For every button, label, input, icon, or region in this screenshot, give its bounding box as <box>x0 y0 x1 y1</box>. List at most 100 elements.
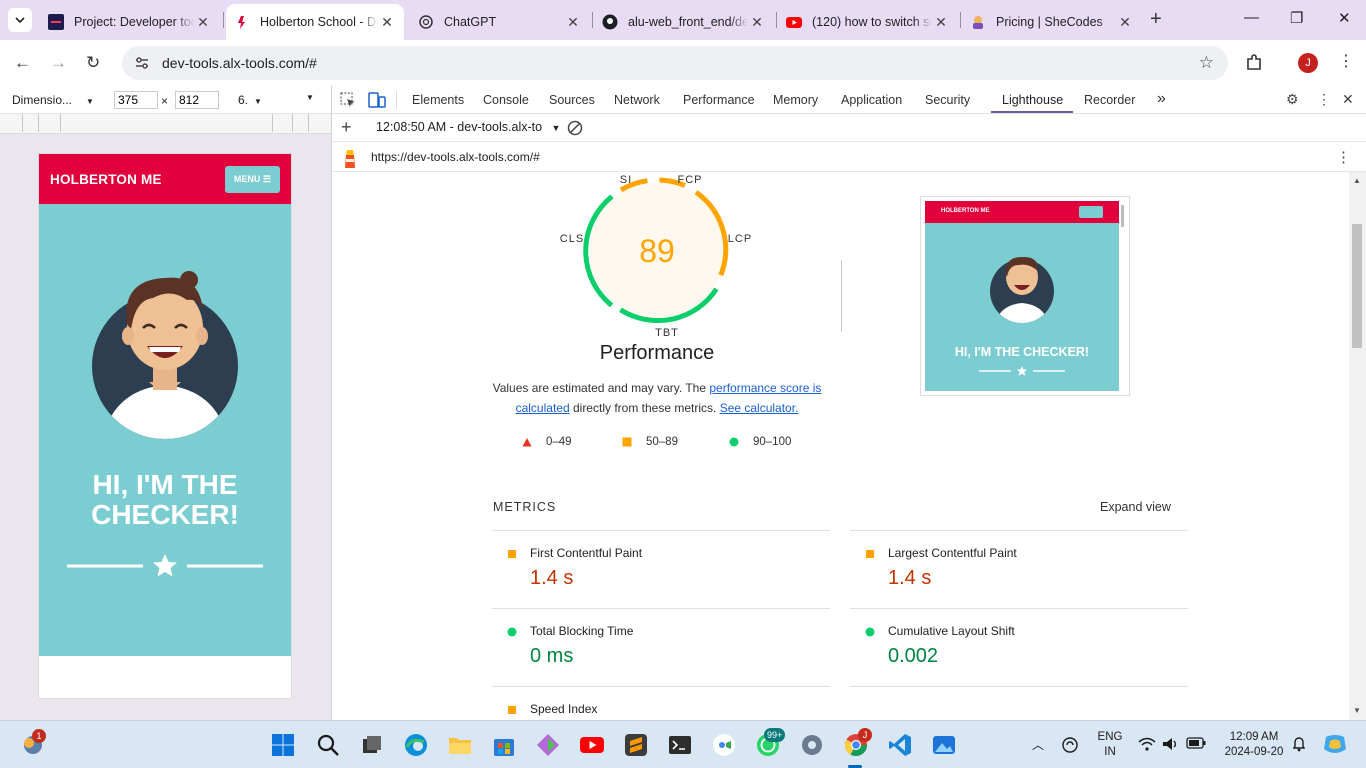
tab-title: Pricing | SheCodes <box>996 15 1103 29</box>
onedrive-sync-icon[interactable] <box>1062 737 1080 753</box>
dimension-separator: × <box>161 94 169 108</box>
devtools-tab-network[interactable]: Network <box>614 93 660 107</box>
copilot-icon[interactable] <box>1322 733 1348 757</box>
browser-tab-chatgpt[interactable]: ChatGPT ✕ <box>410 4 590 40</box>
page-menu-button[interactable]: MENU ☰ <box>224 165 280 193</box>
tab-search-button[interactable] <box>8 8 32 32</box>
screenshot-menu-button <box>1079 206 1103 218</box>
extensions-puzzle-icon[interactable] <box>1244 53 1264 73</box>
profile-avatar[interactable]: J <box>1298 53 1318 73</box>
windows-start-icon[interactable] <box>271 733 295 757</box>
bookmark-star-icon[interactable]: ☆ <box>1199 53 1214 73</box>
terminal-icon[interactable] <box>668 733 692 757</box>
site-settings-icon[interactable] <box>134 56 150 70</box>
close-window-icon[interactable]: ✕ <box>1338 9 1351 27</box>
close-tab-icon[interactable]: ✕ <box>748 14 766 31</box>
notification-bell-icon[interactable] <box>1292 736 1306 752</box>
screenshot-logo: HOLBERTON ME <box>941 208 990 214</box>
devtools-tab-security[interactable]: Security <box>925 93 970 107</box>
browser-menu-icon[interactable]: ⋮ <box>1338 51 1354 71</box>
file-explorer-icon[interactable] <box>448 733 472 757</box>
sourcetree-app-icon[interactable] <box>536 733 560 757</box>
scroll-down-arrow-icon[interactable]: ▼ <box>1353 706 1361 715</box>
browser-tab-youtube[interactable]: (120) how to switch screen ✕ <box>778 4 958 40</box>
battery-icon[interactable] <box>1186 737 1206 749</box>
minimize-window-icon[interactable]: — <box>1244 9 1259 26</box>
input-language-indicator[interactable]: ENG IN <box>1094 730 1126 760</box>
sublime-text-icon[interactable] <box>624 733 648 757</box>
device-toggle-icon[interactable] <box>368 92 386 108</box>
metric-name: First Contentful Paint <box>530 546 643 560</box>
back-arrow-icon[interactable]: ← <box>14 53 31 73</box>
restore-window-icon[interactable]: ❐ <box>1290 9 1303 27</box>
vscode-icon[interactable] <box>888 733 912 757</box>
devtools-tab-memory[interactable]: Memory <box>773 93 818 107</box>
device-more-options-icon[interactable]: ▼ <box>306 93 314 102</box>
google-meet-icon[interactable] <box>712 733 736 757</box>
chevron-down-icon <box>15 17 25 24</box>
task-view-icon[interactable] <box>360 733 384 757</box>
address-bar[interactable]: dev-tools.alx-tools.com/# ☆ <box>122 46 1228 80</box>
devtools-menu-icon[interactable]: ⋮ <box>1317 91 1331 108</box>
legend-fail: 0–49 <box>522 436 572 448</box>
forward-arrow-icon[interactable]: → <box>50 53 67 73</box>
legend-pass: 90–100 <box>729 436 791 448</box>
scrollbar-thumb[interactable] <box>1352 224 1362 348</box>
devtools-tab-sources[interactable]: Sources <box>549 93 595 107</box>
devtools-tab-lighthouse[interactable]: Lighthouse <box>1002 93 1063 107</box>
expand-view-button[interactable]: Expand view <box>1100 500 1171 514</box>
devtools-tab-recorder[interactable]: Recorder <box>1084 93 1135 107</box>
zoom-select[interactable]: 6. ▼ <box>238 93 262 107</box>
tab-divider <box>223 12 224 28</box>
device-height-input[interactable] <box>175 91 219 109</box>
active-tab-indicator <box>991 111 1073 113</box>
youtube-app-icon[interactable] <box>580 733 604 757</box>
microsoft-store-icon[interactable] <box>492 733 516 757</box>
report-select[interactable]: 12:08:50 AM - dev-tools.alx-to ▼ <box>376 120 560 134</box>
legend-label: 0–49 <box>546 436 572 448</box>
page-headline: HI, I'M THE CHECKER! <box>91 469 239 530</box>
browser-tab-github[interactable]: alu-web_front_end/dev_tools ✕ <box>594 4 774 40</box>
browser-tab-shecodes[interactable]: Pricing | SheCodes ✕ <box>962 4 1142 40</box>
browser-tab-holberton[interactable]: Holberton School - Dev tools ✕ <box>226 4 404 40</box>
inspect-element-icon[interactable] <box>340 92 356 108</box>
search-icon[interactable] <box>316 733 340 757</box>
more-tabs-button[interactable]: » <box>1157 90 1166 108</box>
devtools-tab-performance[interactable]: Performance <box>683 93 755 107</box>
close-devtools-icon[interactable]: ✕ <box>1342 91 1354 108</box>
volume-icon[interactable] <box>1162 737 1180 751</box>
devtools-tab-console[interactable]: Console <box>483 93 529 107</box>
see-calculator-link[interactable]: See calculator. <box>720 401 799 415</box>
report-menu-icon[interactable]: ⋮ <box>1336 148 1351 166</box>
new-report-plus-icon[interactable]: + <box>341 117 352 138</box>
device-select-label: Dimensio... <box>12 93 73 107</box>
browser-tab-project[interactable]: Project: Developer tools ✕ <box>40 4 220 40</box>
clear-reports-icon[interactable] <box>567 120 583 136</box>
gauge-label-fcp: FCP <box>678 174 703 186</box>
device-viewport-area: HOLBERTON ME MENU ☰ HI, I'M THE CHECKER! <box>0 134 331 720</box>
photos-app-icon[interactable] <box>932 733 956 757</box>
close-tab-icon[interactable]: ✕ <box>932 14 950 31</box>
reload-icon[interactable]: ↻ <box>86 53 100 73</box>
metric-name: Total Blocking Time <box>530 624 634 638</box>
report-scrollbar[interactable]: ▲ ▼ <box>1349 172 1366 720</box>
settings-gear-icon[interactable]: ⚙ <box>1286 91 1299 108</box>
device-select[interactable]: Dimensio... ▼ <box>12 93 94 107</box>
device-width-input[interactable] <box>114 91 158 109</box>
close-tab-icon[interactable]: ✕ <box>1116 14 1134 31</box>
show-hidden-icons-chevron-icon[interactable]: ︿ <box>1032 736 1044 753</box>
clock[interactable]: 12:09 AM 2024-09-20 <box>1216 730 1292 760</box>
close-tab-icon[interactable]: ✕ <box>564 14 582 31</box>
devtools-tab-application[interactable]: Application <box>841 93 902 107</box>
settings-gear-icon[interactable] <box>800 733 824 757</box>
new-tab-button[interactable]: + <box>1150 8 1162 31</box>
devtools-tab-elements[interactable]: Elements <box>412 93 464 107</box>
edge-browser-icon[interactable] <box>404 733 428 757</box>
close-tab-icon[interactable]: ✕ <box>378 14 396 31</box>
scroll-up-arrow-icon[interactable]: ▲ <box>1353 176 1361 185</box>
close-tab-icon[interactable]: ✕ <box>194 14 212 31</box>
wifi-icon[interactable] <box>1138 737 1156 751</box>
report-url[interactable]: https://dev-tools.alx-tools.com/# <box>371 150 540 164</box>
section-divider <box>841 260 842 332</box>
metric-name: Speed Index <box>530 702 598 716</box>
